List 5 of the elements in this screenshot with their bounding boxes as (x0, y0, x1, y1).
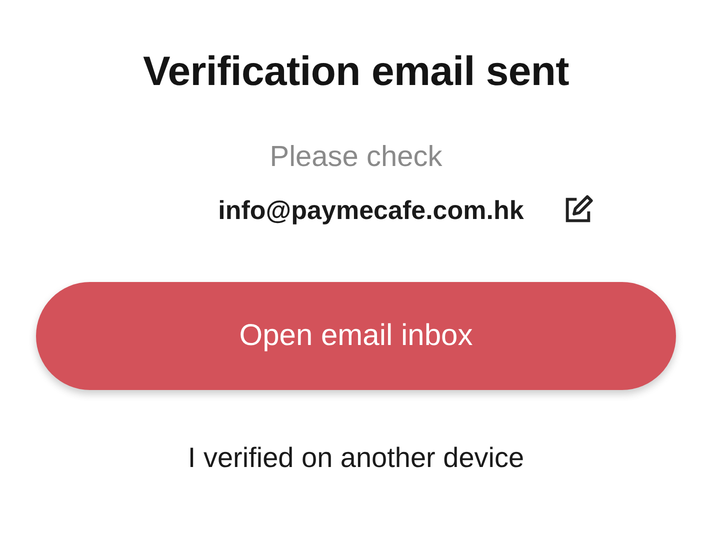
check-prompt: Please check (270, 141, 442, 174)
verified-elsewhere-link[interactable]: I verified on another device (188, 442, 524, 474)
open-inbox-button[interactable]: Open email inbox (36, 282, 676, 390)
page-title: Verification email sent (142, 48, 570, 95)
email-address: info@paymecafe.com.hk (218, 194, 524, 226)
